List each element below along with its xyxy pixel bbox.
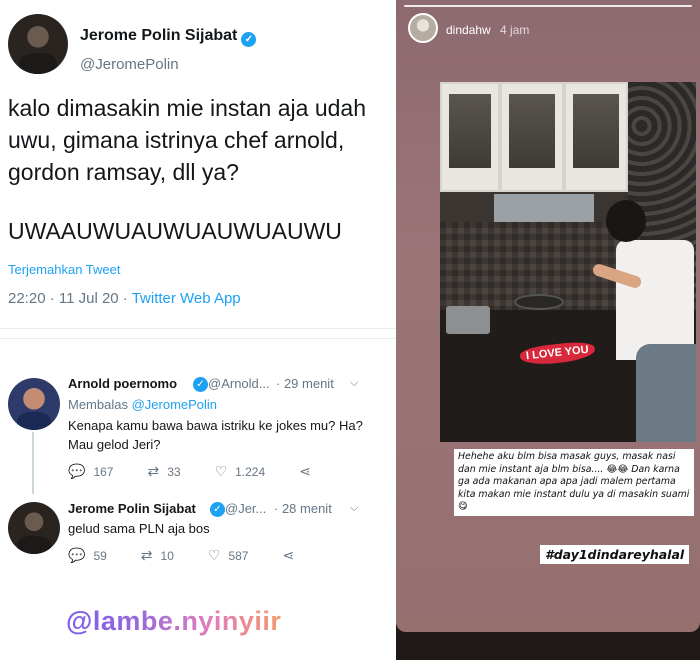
reply-button[interactable]: 💬 59 <box>68 547 107 564</box>
heart-icon: ♡ <box>207 547 221 563</box>
author-name-text: Jerome Polin Sijabat <box>80 27 238 44</box>
reply-icon: 💬 <box>68 547 86 563</box>
story-progress-bar <box>404 5 692 7</box>
verified-icon: ✓ <box>241 32 257 47</box>
retweet-button[interactable]: ⇄ 33 <box>147 463 180 480</box>
like-count: 1.224 <box>235 464 266 479</box>
story-avatar[interactable] <box>408 13 438 43</box>
reply-count: 59 <box>93 548 107 563</box>
tweet-source[interactable]: Twitter Web App <box>132 290 241 307</box>
like-button[interactable]: ♡ 587 <box>208 547 249 564</box>
reply-author-handle[interactable]: @Jer... <box>225 501 266 516</box>
verified-icon: ✓ <box>193 377 208 392</box>
replying-handle[interactable]: @JeromePolin <box>132 397 217 412</box>
author-avatar[interactable] <box>8 14 68 74</box>
replying-to: Membalas @JeromePolin <box>68 397 217 412</box>
replying-prefix: Membalas <box>68 397 132 412</box>
retweet-button[interactable]: ⇄ 10 <box>141 547 174 564</box>
share-button[interactable]: ⋖ <box>299 463 319 480</box>
chevron-down-icon[interactable]: ⌵ <box>350 502 358 515</box>
retweet-count: 10 <box>160 548 174 563</box>
verified-icon: ✓ <box>210 502 225 517</box>
tweet-meta: 22:20 · 11 Jul 20 · Twitter Web App <box>8 290 241 307</box>
pot <box>446 306 490 334</box>
tweet-timestamp[interactable]: 22:20 · 11 Jul 20 · <box>8 290 132 307</box>
reply-avatar[interactable] <box>8 378 60 430</box>
tweet-panel: Jerome Polin Sijabat ✓ @JeromePolin kalo … <box>0 0 396 660</box>
cabinet <box>440 82 500 192</box>
like-button[interactable]: ♡ 1.224 <box>215 463 266 480</box>
reply-actions: 💬 167 ⇄ 33 ♡ 1.224 ⋖ <box>68 463 353 480</box>
reply-count: 167 <box>93 464 114 479</box>
thread-line <box>32 432 34 494</box>
watermark: @lambe.nyinyiir <box>66 606 282 636</box>
heart-icon: ♡ <box>214 463 228 479</box>
divider <box>0 338 396 339</box>
reply-author-name[interactable]: Jerome Polin Sijabat <box>68 501 196 516</box>
story-time: 4 jam <box>500 23 530 37</box>
story-panel: dindahw 4 jam I LOVE YOU Hehehe aku blm … <box>396 0 700 660</box>
retweet-icon: ⇄ <box>140 547 153 563</box>
reply-author-handle[interactable]: @Arnold... <box>208 376 270 391</box>
share-button[interactable]: ⋖ <box>282 547 302 564</box>
reply-text: gelud sama PLN aja bos <box>68 521 210 536</box>
kitchen-photo <box>440 82 696 442</box>
reply-button[interactable]: 💬 167 <box>68 463 113 480</box>
divider <box>0 328 396 329</box>
story-card[interactable]: dindahw 4 jam I LOVE YOU Hehehe aku blm … <box>396 0 700 632</box>
frying-pan <box>514 294 564 310</box>
tweet-text: kalo dimasakin mie instan aja udah uwu, … <box>8 95 366 185</box>
story-username[interactable]: dindahw <box>446 23 491 37</box>
share-icon: ⋖ <box>299 463 311 479</box>
retweet-count: 33 <box>167 464 181 479</box>
range-hood <box>494 194 594 224</box>
share-icon: ⋖ <box>282 547 295 563</box>
chair <box>636 344 696 442</box>
reply-avatar[interactable] <box>8 502 60 554</box>
reply-time: · 29 menit <box>276 376 334 391</box>
story-hashtag[interactable]: #day1dindareyhalal <box>540 545 690 564</box>
author-name[interactable]: Jerome Polin Sijabat ✓ <box>80 27 257 47</box>
retweet-icon: ⇄ <box>147 463 160 479</box>
reply-time: · 28 menit <box>274 501 332 516</box>
reply-actions: 💬 59 ⇄ 10 ♡ 587 ⋖ <box>68 547 336 564</box>
chevron-down-icon[interactable]: ⌵ <box>350 377 358 390</box>
cabinet <box>564 82 628 192</box>
reply-author-name[interactable]: Arnold poernomo <box>68 376 177 391</box>
translate-link[interactable]: Terjemahkan Tweet <box>8 262 121 277</box>
reply-icon: 💬 <box>68 463 86 479</box>
tweet-shout: UWAAUWUAUWUAUWUAUWU <box>8 218 342 244</box>
reply-text: Kenapa kamu bawa bawa istriku ke jokes m… <box>68 418 363 452</box>
like-count: 587 <box>228 548 249 563</box>
author-handle[interactable]: @JeromePolin <box>80 56 179 73</box>
story-caption: Hehehe aku blm bisa masak guys, masak na… <box>454 449 694 516</box>
cabinet <box>500 82 564 192</box>
